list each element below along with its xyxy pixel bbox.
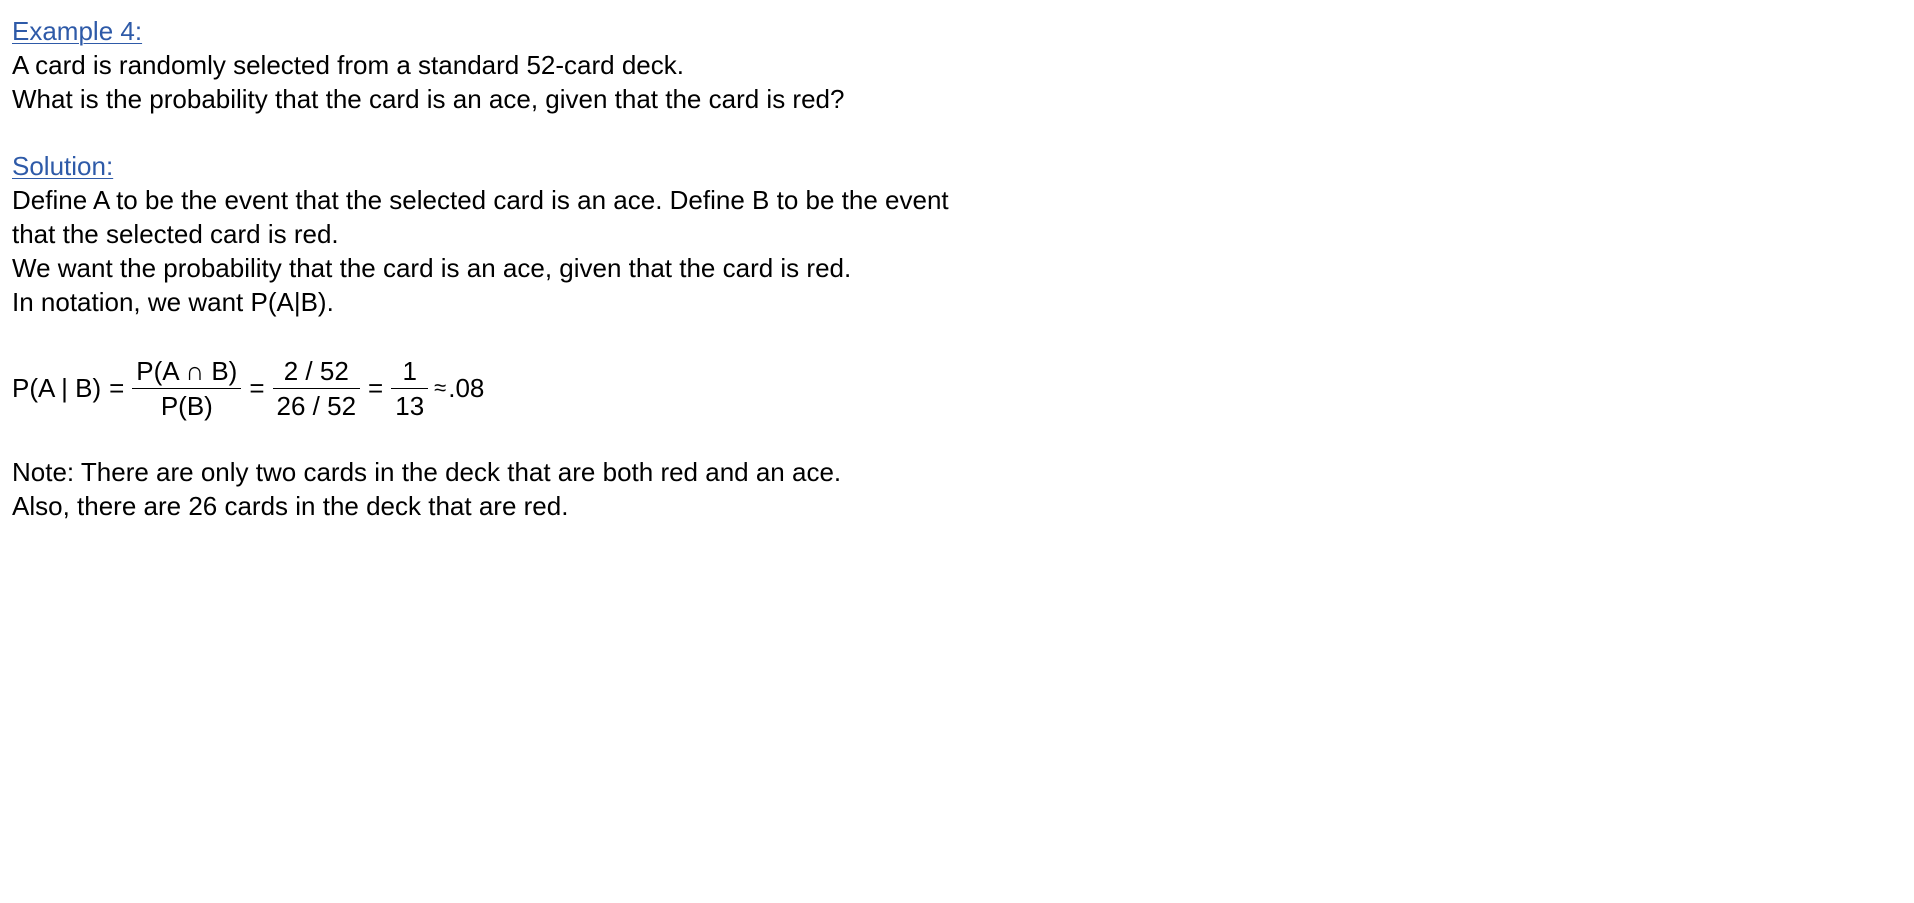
solution-line-2: that the selected card is red. bbox=[12, 219, 339, 249]
fraction-counts: 2 / 52 26 / 52 bbox=[272, 354, 361, 423]
equals-sign: = bbox=[368, 372, 384, 403]
fraction-denominator: P(B) bbox=[160, 390, 213, 421]
solution-heading: Solution: bbox=[12, 151, 114, 181]
fraction-intersection-over-b: P(A ∩ B) P(B) bbox=[132, 354, 242, 423]
fraction-denominator: 13 bbox=[395, 390, 425, 421]
note-block: Note: There are only two cards in the de… bbox=[12, 455, 841, 523]
equation-lhs: P(A | B) bbox=[12, 372, 102, 403]
note-line-2: Also, there are 26 cards in the deck tha… bbox=[12, 491, 569, 521]
equation-result: .08 bbox=[448, 372, 485, 403]
fraction-numerator: P(A ∩ B) bbox=[136, 355, 238, 386]
approximately-equal-sign: ≈ bbox=[434, 375, 447, 400]
fraction-denominator: 26 / 52 bbox=[276, 390, 357, 421]
example-heading: Example 4: bbox=[12, 16, 143, 46]
conditional-probability-equation: P(A | B) = P(A ∩ B) P(B) = 2 / 52 26 / 5… bbox=[12, 350, 484, 426]
note-line-1: Note: There are only two cards in the de… bbox=[12, 457, 842, 487]
equals-sign: = bbox=[249, 372, 265, 403]
equals-sign: = bbox=[109, 372, 125, 403]
solution-line-3: We want the probability that the card is… bbox=[12, 253, 852, 283]
fraction-numerator: 2 / 52 bbox=[283, 355, 349, 386]
example-line-2: What is the probability that the card is… bbox=[12, 84, 845, 114]
example-document: Example 4: A card is randomly selected f… bbox=[12, 14, 1112, 319]
solution-line-1: Define A to be the event that the select… bbox=[12, 185, 949, 215]
example-line-1: A card is randomly selected from a stand… bbox=[12, 50, 684, 80]
solution-line-4: In notation, we want P(A|B). bbox=[12, 287, 334, 317]
fraction-numerator: 1 bbox=[402, 355, 417, 386]
fraction-simplified: 1 13 bbox=[391, 354, 429, 423]
